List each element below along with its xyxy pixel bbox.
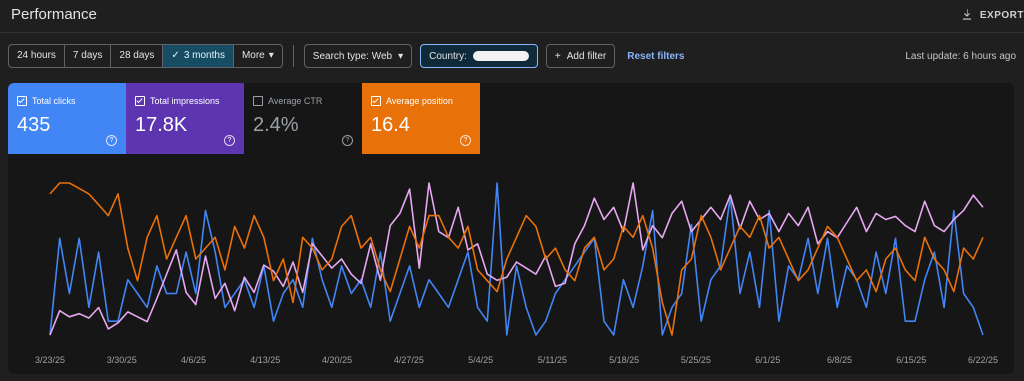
download-icon — [962, 9, 971, 20]
metric-card-ctr[interactable]: Average CTR 2.4% ? — [244, 83, 362, 154]
export-button[interactable]: EXPORT — [960, 8, 1024, 22]
search-type-filter[interactable]: Search type: Web ▾ — [303, 44, 413, 68]
x-tick-label: 3/30/25 — [107, 355, 137, 365]
x-tick-label: 4/27/25 — [394, 355, 424, 365]
metric-card-position[interactable]: Average position 16.4 ? — [362, 83, 480, 154]
last-update-text: Last update: 6 hours ago — [905, 51, 1016, 62]
x-tick-label: 6/15/25 — [896, 355, 926, 365]
more-dropdown[interactable]: More ▾ — [234, 45, 282, 67]
checkbox-icon — [253, 96, 263, 106]
checkbox-icon — [135, 96, 145, 106]
help-icon[interactable]: ? — [106, 135, 117, 146]
date-range-7d[interactable]: 7 days — [65, 45, 112, 67]
x-tick-label: 4/13/25 — [250, 355, 280, 365]
metric-card-clicks[interactable]: Total clicks 435 ? — [8, 83, 126, 154]
x-tick-label: 6/8/25 — [827, 355, 852, 365]
date-range-28d[interactable]: 28 days — [111, 45, 164, 67]
x-tick-label: 4/20/25 — [322, 355, 352, 365]
x-tick-label: 5/4/25 — [468, 355, 493, 365]
series-line-average-position — [49, 182, 984, 336]
metric-value: 2.4% — [253, 114, 299, 136]
plus-icon: + — [554, 50, 561, 62]
metric-value: 435 — [17, 114, 51, 136]
header-bar: Performance EXPORT — [0, 0, 1024, 33]
filter-toolbar: 24 hours 7 days 28 days ✓ 3 months More … — [8, 44, 684, 68]
metric-value: 17.8K — [135, 114, 188, 136]
toolbar-divider — [292, 45, 294, 67]
help-icon[interactable]: ? — [460, 135, 471, 146]
date-range-3m[interactable]: ✓ 3 months — [163, 45, 234, 67]
check-icon: ✓ — [171, 50, 180, 61]
chart-panel: 3/23/25 3/30/25 4/6/25 4/13/25 4/20/25 4/27/2… — [8, 83, 1014, 374]
add-filter-button[interactable]: + Add filter — [545, 44, 616, 68]
export-label: EXPORT — [979, 9, 1024, 21]
date-range-selector: 24 hours 7 days 28 days ✓ 3 months More … — [8, 44, 283, 68]
x-tick-label: 5/18/25 — [609, 355, 639, 365]
checkbox-icon — [371, 96, 381, 106]
page-title: Performance — [11, 6, 97, 23]
metric-card-impressions[interactable]: Total impressions 17.8K ? — [126, 83, 244, 154]
x-tick-label: 6/22/25 — [968, 355, 998, 365]
date-range-24h[interactable]: 24 hours — [9, 45, 65, 67]
x-tick-label: 6/1/25 — [755, 355, 780, 365]
series-line-total-impressions — [49, 182, 984, 336]
dropdown-arrow-icon: ▾ — [268, 50, 274, 61]
help-icon[interactable]: ? — [342, 135, 353, 146]
metric-value: 16.4 — [371, 114, 410, 136]
reset-filters-link[interactable]: Reset filters — [627, 51, 684, 62]
series-line-total-clicks — [49, 182, 984, 336]
x-tick-label: 5/11/25 — [538, 355, 567, 365]
checkbox-icon — [17, 96, 27, 106]
country-filter-chip[interactable]: Country: — [420, 44, 538, 68]
dropdown-arrow-icon: ▾ — [398, 50, 404, 62]
help-icon[interactable]: ? — [224, 135, 235, 146]
x-tick-label: 3/23/25 — [35, 355, 65, 365]
x-tick-label: 5/25/25 — [681, 355, 711, 365]
redacted-value — [472, 51, 529, 61]
x-tick-label: 4/6/25 — [181, 355, 206, 365]
